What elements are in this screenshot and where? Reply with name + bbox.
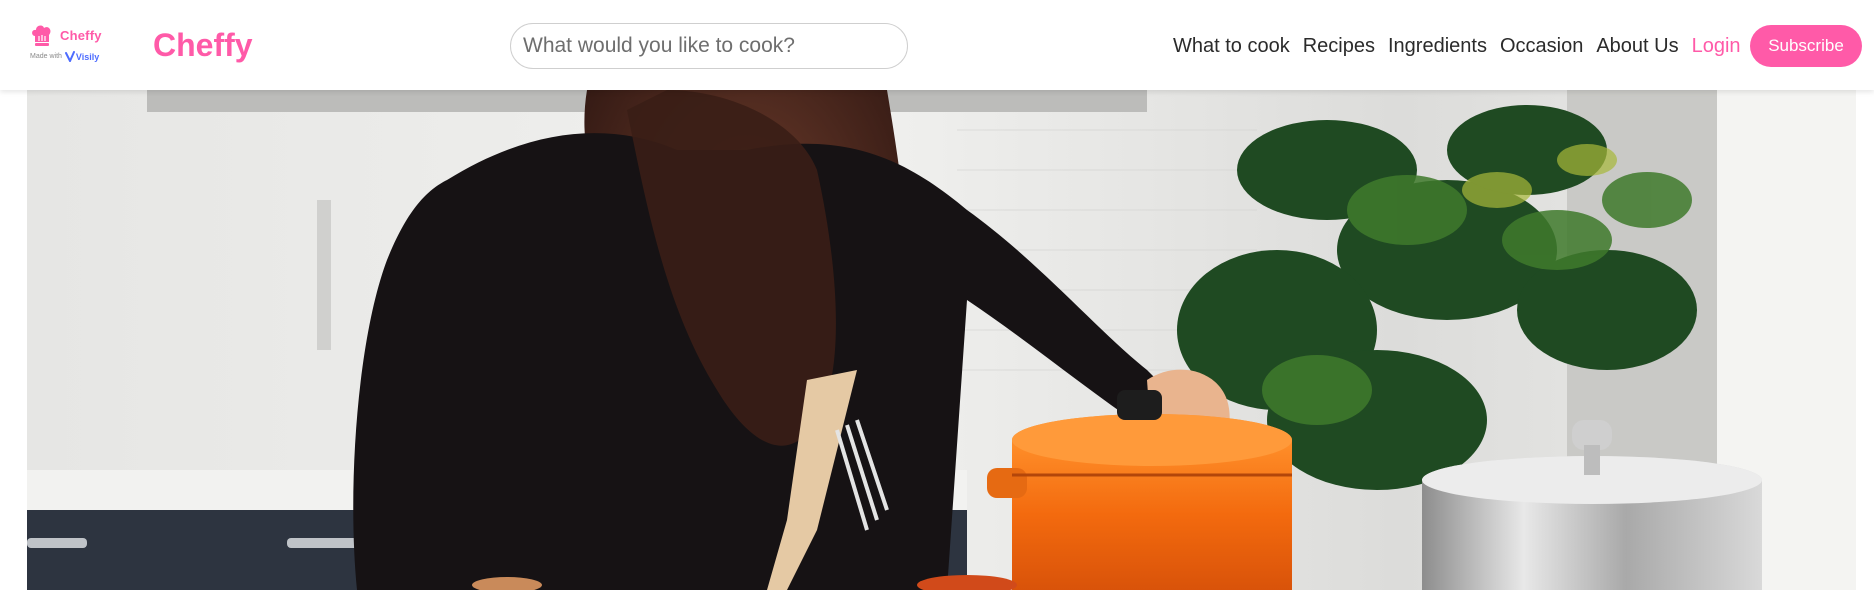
nav-recipes[interactable]: Recipes: [1303, 32, 1375, 60]
made-with-visily-badge[interactable]: Cheffy Made with Visily: [30, 24, 110, 70]
badge-app-name: Cheffy: [60, 27, 102, 43]
visily-logo-icon: [64, 51, 75, 62]
brand-logo-text[interactable]: Cheffy: [153, 27, 253, 63]
nav-what-to-cook[interactable]: What to cook: [1173, 32, 1290, 60]
woman-cooking-photo: [27, 90, 1856, 590]
nav-occasion[interactable]: Occasion: [1500, 32, 1583, 60]
login-link[interactable]: Login: [1692, 32, 1741, 60]
recipe-search-input[interactable]: [510, 23, 908, 69]
main-nav: What to cook Recipes Ingredients Occasio…: [1173, 31, 1754, 61]
top-navigation-bar: Cheffy Made with Visily Cheffy What to c…: [0, 0, 1874, 90]
hero-image: [27, 90, 1856, 590]
nav-ingredients[interactable]: Ingredients: [1388, 32, 1487, 60]
nav-about-us[interactable]: About Us: [1596, 32, 1678, 60]
chef-hat-icon: [32, 25, 51, 46]
visily-text: Visily: [75, 51, 100, 62]
made-with-text: Made with: [30, 53, 62, 60]
subscribe-button[interactable]: Subscribe: [1750, 25, 1862, 67]
